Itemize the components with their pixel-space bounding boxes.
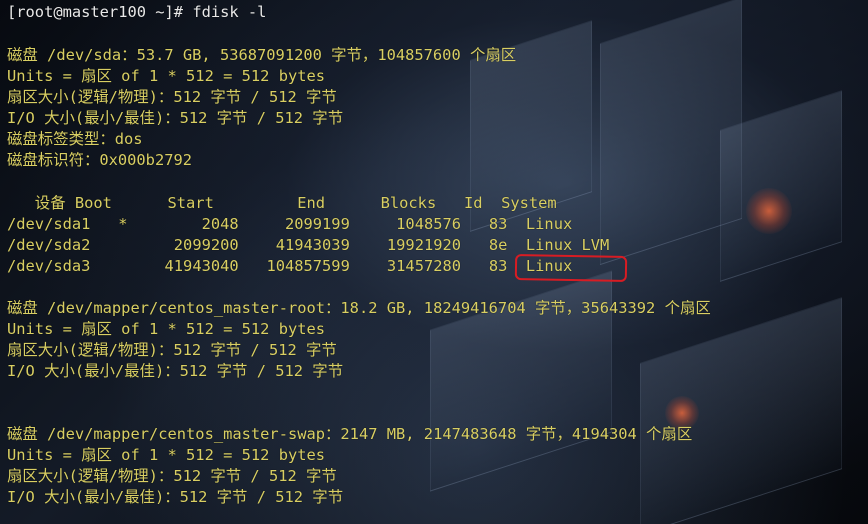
io-size-line: I/O 大小(最小/最佳)：512 字节 / 512 字节 bbox=[7, 109, 344, 127]
units-line: Units = 扇区 of 1 * 512 = 512 bytes bbox=[7, 67, 326, 85]
disk-sda-summary: 磁盘 /dev/sda：53.7 GB, 53687091200 字节，1048… bbox=[7, 46, 517, 64]
terminal-window[interactable]: [root@master100 ~]# fdisk -l 磁盘 /dev/sda… bbox=[0, 0, 868, 524]
sector-size-line: 扇区大小(逻辑/物理)：512 字节 / 512 字节 bbox=[7, 88, 337, 106]
units-line: Units = 扇区 of 1 * 512 = 512 bytes bbox=[7, 446, 326, 464]
io-size-line: I/O 大小(最小/最佳)：512 字节 / 512 字节 bbox=[7, 362, 344, 380]
io-size-line: I/O 大小(最小/最佳)：512 字节 / 512 字节 bbox=[7, 488, 344, 506]
highlight-annotation bbox=[514, 254, 628, 282]
partition-row-sda3: /dev/sda3 41943040 104857599 31457280 83… bbox=[7, 257, 573, 275]
disk-root-summary: 磁盘 /dev/mapper/centos_master-root：18.2 G… bbox=[7, 299, 711, 317]
disk-identifier: 磁盘标识符：0x000b2792 bbox=[7, 151, 193, 169]
sector-size-line: 扇区大小(逻辑/物理)：512 字节 / 512 字节 bbox=[7, 467, 337, 485]
partition-row-sda1: /dev/sda1 * 2048 2099199 1048576 83 Linu… bbox=[7, 215, 573, 233]
background-glow bbox=[746, 188, 792, 234]
disk-swap-summary: 磁盘 /dev/mapper/centos_master-swap：2147 M… bbox=[7, 425, 693, 443]
units-line: Units = 扇区 of 1 * 512 = 512 bytes bbox=[7, 320, 326, 338]
partition-row-sda2: /dev/sda2 2099200 41943039 19921920 8e L… bbox=[7, 236, 610, 254]
sector-size-line: 扇区大小(逻辑/物理)：512 字节 / 512 字节 bbox=[7, 341, 337, 359]
disk-label-type: 磁盘标签类型：dos bbox=[7, 130, 143, 148]
partition-table-header: 设备 Boot Start End Blocks Id System bbox=[7, 194, 557, 212]
command-prompt: [root@master100 ~]# fdisk -l bbox=[7, 3, 267, 21]
